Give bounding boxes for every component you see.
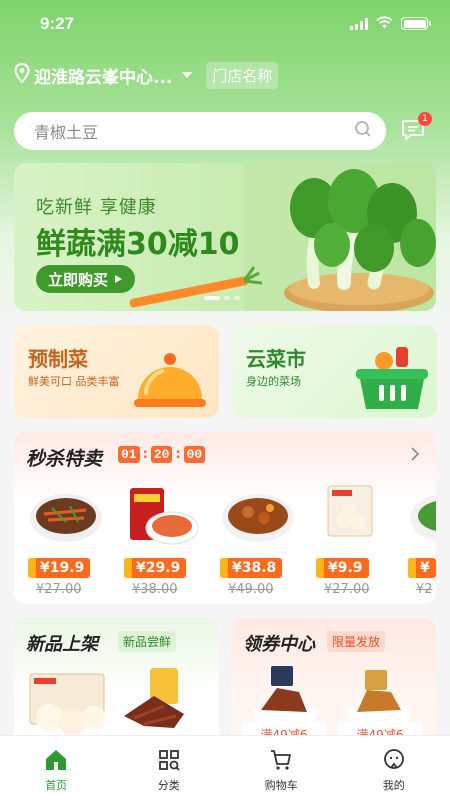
cart-icon [271,750,292,770]
tab-label: 购物车 [264,779,298,792]
banner-dot [234,296,240,300]
buy-now-button[interactable]: 立即购买 [36,265,136,293]
flash-product[interactable]: ¥9.9 ¥27.00 [310,484,400,597]
flash-price: ¥ [408,558,436,578]
product-image [30,494,102,542]
banner-dot [224,296,230,300]
store-name[interactable]: 门店名称 [206,61,279,89]
flash-product[interactable]: ¥ ¥2 [402,484,436,597]
timer-hours: 01 [118,446,140,463]
banner-title: 鲜蔬满30减10 [36,227,240,262]
original-price: ¥2 [416,582,433,597]
coupon-center-tag: 限量发放 [327,631,386,652]
wifi-icon [376,14,393,33]
new-products-image [29,668,184,736]
battery-icon [401,17,431,30]
new-arrivals-section[interactable]: 新品上架 新品尝鲜 [14,618,219,748]
location-pin-icon [14,62,30,87]
message-button[interactable]: 1 [400,112,432,144]
profile-icon [383,749,404,769]
product-image [222,494,294,542]
flash-price: ¥19.9 [28,558,91,578]
banner-pagination [204,296,240,300]
bottom-tab-bar: 首页 分类 购物车 我的 [0,735,450,800]
timer-seconds: 00 [183,446,206,463]
flash-product[interactable]: ¥38.8 ¥49.00 [214,484,304,597]
tab-cart[interactable]: 购物车 [225,736,338,800]
home-icon [46,750,67,770]
dish-cover-icon [134,353,206,407]
basket-icon [356,347,428,409]
category-title: 预制菜 [28,347,88,371]
status-time: 9:27 [40,14,75,33]
new-arrivals-tag: 新品尝鲜 [118,631,177,652]
category-title: 云菜市 [246,347,306,371]
search-icon[interactable] [354,120,372,142]
buy-now-label: 立即购买 [48,270,109,289]
product-image [410,494,436,542]
location-row[interactable]: 迎淮路云峯中心... 门店名称 [14,60,279,90]
chevron-right-icon[interactable] [410,446,420,466]
banner-subtitle: 吃新鲜 享健康 [36,197,157,218]
coupon-center-title: 领券中心 [243,634,315,655]
location-text[interactable]: 迎淮路云峯中心... [34,63,172,88]
flash-price: ¥38.8 [220,558,283,578]
category-grid-icon [158,750,180,771]
banner-dot [204,296,220,300]
play-arrow-icon [114,270,123,288]
status-bar: 9:27 [0,0,450,48]
category-cloud-market[interactable]: 云菜市 身边的菜场 [232,325,437,418]
coupon-center-section[interactable]: 领券中心 限量发放 满49减6 满49减6 [231,618,436,748]
flash-sale-section: 秒杀特卖 01 : 20 : 00 ¥19.9 ¥27.00 ¥29.9 ¥38… [14,432,436,604]
tab-category[interactable]: 分类 [113,736,226,800]
signal-icon [350,17,368,30]
tab-label: 分类 [157,779,180,792]
search-bar[interactable]: 青椒土豆 [14,112,386,150]
original-price: ¥27.00 [324,582,370,597]
status-icons [350,14,431,33]
flash-product[interactable]: ¥29.9 ¥38.00 [118,484,208,597]
original-price: ¥38.00 [132,582,178,597]
category-desc: 身边的菜场 [246,375,301,388]
category-desc: 鲜美可口 品类丰富 [28,375,120,388]
tab-label: 首页 [45,779,68,792]
tab-label: 我的 [382,779,405,792]
tab-profile[interactable]: 我的 [338,736,450,800]
original-price: ¥49.00 [228,582,274,597]
product-image [327,485,373,537]
promo-banner[interactable]: 吃新鲜 享健康 鲜蔬满30减10 立即购买 [14,163,436,311]
countdown-timer: 01 : 20 : 00 [118,446,206,463]
product-image [130,488,199,545]
flash-sale-title: 秒杀特卖 [26,448,103,470]
category-prepared-food[interactable]: 预制菜 鲜美可口 品类丰富 [14,325,219,418]
new-arrivals-title: 新品上架 [26,634,98,655]
tab-home[interactable]: 首页 [0,736,113,800]
flash-price: ¥29.9 [124,558,187,578]
message-badge: 1 [418,112,432,126]
search-input[interactable]: 青椒土豆 [34,119,354,143]
flash-price: ¥9.9 [316,558,369,578]
timer-minutes: 20 [150,446,173,463]
original-price: ¥27.00 [36,582,82,597]
chevron-down-icon[interactable] [182,72,193,78]
flash-product[interactable]: ¥19.9 ¥27.00 [22,484,112,597]
